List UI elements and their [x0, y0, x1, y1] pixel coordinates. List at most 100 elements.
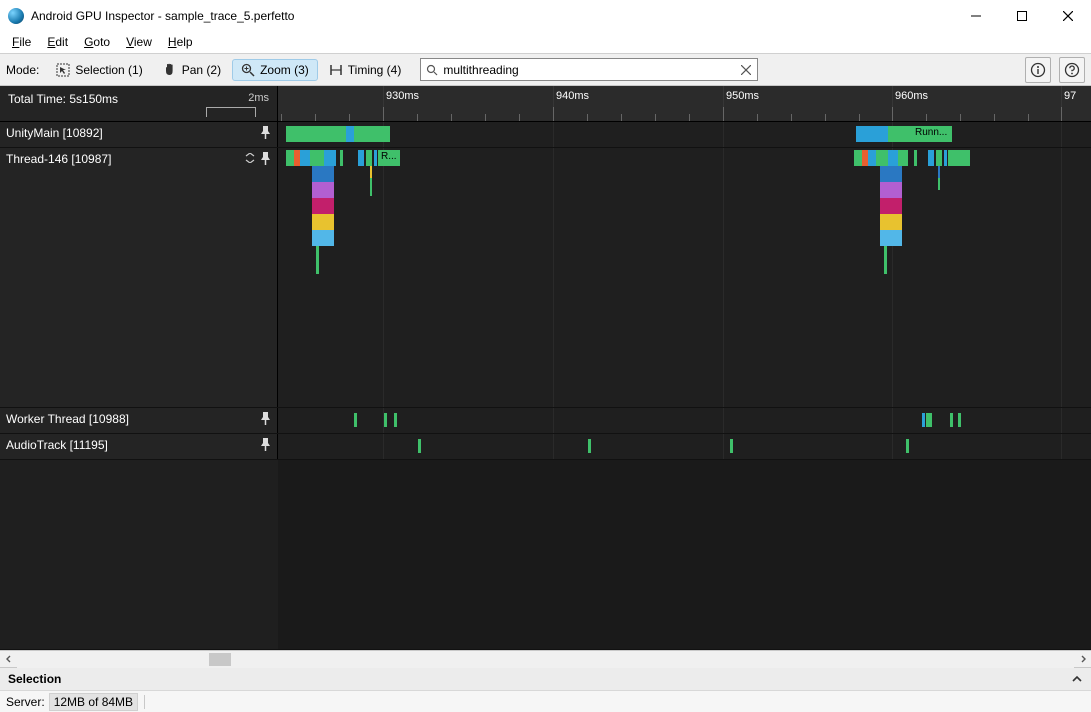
- track-body[interactable]: [278, 408, 1091, 433]
- help-button[interactable]: [1059, 57, 1085, 83]
- trace-segment[interactable]: [880, 166, 902, 182]
- trace-segment[interactable]: [312, 182, 334, 198]
- trace-segment[interactable]: [948, 150, 970, 166]
- trace-segment[interactable]: [880, 214, 902, 230]
- track-name: Worker Thread [10988]: [6, 412, 129, 426]
- trace-segment[interactable]: [346, 126, 354, 142]
- track-header[interactable]: Thread-146 [10987]: [0, 148, 278, 407]
- trace-segment[interactable]: [730, 439, 733, 453]
- trace-segment[interactable]: [312, 166, 334, 182]
- trace-segment[interactable]: Runn...: [912, 126, 952, 142]
- trace-segment[interactable]: [316, 246, 319, 274]
- mode-selection-button[interactable]: Selection (1): [47, 59, 151, 81]
- trace-segment[interactable]: [418, 439, 421, 453]
- menu-goto[interactable]: Goto: [76, 33, 118, 51]
- trace-segment[interactable]: [310, 150, 324, 166]
- collapse-icon[interactable]: [245, 153, 255, 163]
- trace-segment[interactable]: [888, 150, 898, 166]
- trace-segment[interactable]: [312, 214, 334, 230]
- trace-segment[interactable]: [868, 150, 876, 166]
- pin-icon[interactable]: [260, 438, 271, 452]
- trace-segment[interactable]: [286, 150, 294, 166]
- tracks-container: UnityMain [10892] Runn... Thread-146 [1098…: [0, 122, 1091, 650]
- trace-segment[interactable]: [888, 126, 912, 142]
- pin-icon[interactable]: [260, 152, 271, 166]
- scroll-left-button[interactable]: [0, 651, 17, 668]
- horizontal-scrollbar[interactable]: [0, 650, 1091, 667]
- trace-segment[interactable]: [876, 150, 888, 166]
- minimize-button[interactable]: [953, 0, 999, 31]
- trace-segment[interactable]: [340, 150, 343, 166]
- search-input[interactable]: [443, 59, 735, 80]
- clear-search-button[interactable]: [735, 65, 757, 75]
- trace-segment[interactable]: [880, 230, 902, 246]
- trace-segment[interactable]: [588, 439, 591, 453]
- ruler-label: 950ms: [726, 90, 759, 102]
- mode-zoom-button[interactable]: Zoom (3): [232, 59, 318, 81]
- track-body[interactable]: Runn...: [278, 122, 1091, 147]
- ruler-label: 960ms: [895, 90, 928, 102]
- selection-panel-header[interactable]: Selection: [0, 667, 1091, 690]
- ruler-row: Total Time: 5s150ms 2ms 930ms940ms950ms9…: [0, 86, 1091, 122]
- scroll-right-button[interactable]: [1074, 651, 1091, 668]
- menu-view[interactable]: View: [118, 33, 160, 51]
- trace-segment[interactable]: [936, 150, 942, 166]
- pin-icon[interactable]: [260, 126, 271, 140]
- trace-segment[interactable]: [286, 126, 346, 142]
- trace-segment[interactable]: [928, 150, 934, 166]
- trace-segment[interactable]: [394, 413, 397, 427]
- trace-segment[interactable]: [938, 178, 940, 190]
- trace-segment[interactable]: [854, 150, 862, 166]
- timeline[interactable]: Total Time: 5s150ms 2ms 930ms940ms950ms9…: [0, 86, 1091, 650]
- track-body[interactable]: [278, 434, 1091, 459]
- trace-segment[interactable]: [922, 413, 925, 427]
- trace-segment[interactable]: [374, 150, 377, 166]
- track-header[interactable]: AudioTrack [11195]: [0, 434, 278, 459]
- trace-segment[interactable]: [324, 150, 336, 166]
- menu-help[interactable]: Help: [160, 33, 201, 51]
- trace-segment[interactable]: [300, 150, 310, 166]
- toolbar: Mode: Selection (1)Pan (2)Zoom (3)Timing…: [0, 54, 1091, 86]
- trace-segment[interactable]: [370, 178, 372, 196]
- pin-icon[interactable]: [260, 412, 271, 426]
- selection-icon: [56, 63, 70, 77]
- mode-pan-button[interactable]: Pan (2): [154, 59, 230, 81]
- trace-segment[interactable]: [944, 150, 947, 166]
- trace-segment[interactable]: [914, 150, 917, 166]
- menu-edit[interactable]: Edit: [39, 33, 76, 51]
- trace-segment[interactable]: R...: [378, 150, 400, 166]
- close-button[interactable]: [1045, 0, 1091, 31]
- trace-segment[interactable]: [880, 198, 902, 214]
- trace-segment[interactable]: [366, 150, 372, 166]
- track-header[interactable]: UnityMain [10892]: [0, 122, 278, 147]
- trace-segment[interactable]: [354, 126, 390, 142]
- trace-segment[interactable]: [358, 150, 364, 166]
- trace-segment[interactable]: [880, 182, 902, 198]
- trace-segment[interactable]: [384, 413, 387, 427]
- track-body[interactable]: R...: [278, 148, 1091, 407]
- statusbar: Server: 12MB of 84MB: [0, 690, 1091, 712]
- trace-segment[interactable]: [884, 246, 887, 274]
- trace-segment[interactable]: [312, 198, 334, 214]
- trace-segment[interactable]: [926, 413, 932, 427]
- trace-segment[interactable]: [958, 413, 961, 427]
- scrollbar-track[interactable]: [17, 651, 1074, 668]
- scrollbar-thumb[interactable]: [209, 653, 231, 666]
- trace-segment[interactable]: [898, 150, 908, 166]
- trace-segment[interactable]: [906, 439, 909, 453]
- trace-segment[interactable]: [312, 230, 334, 246]
- maximize-button[interactable]: [999, 0, 1045, 31]
- trace-segment[interactable]: [354, 413, 357, 427]
- search-box[interactable]: [420, 58, 758, 81]
- time-ruler[interactable]: 930ms940ms950ms960ms97: [278, 86, 1091, 121]
- trace-segment[interactable]: [856, 126, 888, 142]
- menu-file[interactable]: File: [4, 33, 39, 51]
- info-button[interactable]: [1025, 57, 1051, 83]
- trace-segment[interactable]: [370, 166, 372, 178]
- mode-timing-button[interactable]: Timing (4): [320, 59, 411, 81]
- track-header[interactable]: Worker Thread [10988]: [0, 408, 278, 433]
- range-indicator: [206, 107, 256, 117]
- trace-segment[interactable]: [938, 166, 940, 178]
- trace-segment[interactable]: [950, 413, 953, 427]
- titlebar: Android GPU Inspector - sample_trace_5.p…: [0, 0, 1091, 31]
